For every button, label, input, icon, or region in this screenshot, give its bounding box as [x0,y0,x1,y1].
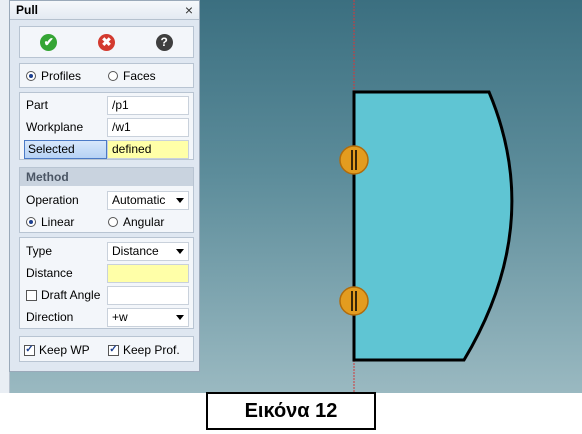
keep-wp-checkbox[interactable]: ✓ Keep WP [24,340,90,360]
draft-angle-field[interactable] [107,285,189,305]
checkbox-checked-icon: ✓ [108,344,119,356]
linear-radio[interactable]: Linear [26,212,74,232]
workplane-label: Workplane [26,120,84,134]
help-button[interactable]: ? [155,33,173,51]
figure-caption: Εικόνα 12 [206,392,376,430]
type-dropdown[interactable]: Distance [107,241,189,261]
type-label: Type [26,244,53,258]
pull-panel: Pull × ✔ ✖ ? Profiles Faces Part /p1 Wor… [9,0,200,372]
faces-radio[interactable]: Faces [108,66,156,86]
part-field[interactable]: /p1 [107,95,189,115]
linear-label: Linear [41,215,75,229]
panel-title: Pull [16,3,39,17]
operation-row: Operation Automatic [24,190,189,210]
keep-wp-label: Keep WP [39,343,90,357]
angular-label: Angular [123,215,165,229]
method-heading: Method [20,168,193,186]
draft-angle-label: Draft Angle [41,288,101,302]
selected-field[interactable]: defined [107,139,189,159]
distance-field[interactable] [107,263,189,283]
method-group: Method Operation Automatic Linear Angula… [19,167,194,233]
radio-selected-icon [26,217,36,227]
close-icon[interactable]: × [185,3,193,17]
workplane-field[interactable]: /w1 [107,117,189,137]
operation-label: Operation [26,193,79,207]
profiles-radio[interactable]: Profiles [26,66,81,86]
keep-prof-checkbox[interactable]: ✓ Keep Prof. [108,340,180,360]
marker-bottom[interactable] [339,286,369,316]
chevron-down-icon [176,314,184,320]
selected-row: Selected defined [24,139,189,159]
ok-button[interactable]: ✔ [40,33,58,51]
mode-group: Profiles Faces [19,63,194,88]
distance-label: Distance [26,266,73,280]
chevron-down-icon [176,248,184,254]
cancel-button[interactable]: ✖ [97,33,115,51]
angular-radio[interactable]: Angular [108,212,164,232]
selected-button[interactable]: Selected [24,139,107,159]
profiles-label: Profiles [41,69,82,83]
check-icon: ✔ [43,34,54,49]
parameters-group: Type Distance Distance Draft Angle Direc… [19,237,194,329]
x-icon: ✖ [101,34,112,49]
type-row: Type Distance [24,241,189,261]
part-label: Part [26,98,49,112]
question-icon: ? [160,34,168,49]
type-value: Distance [112,244,159,258]
draft-angle-checkbox[interactable]: Draft Angle [26,288,100,302]
radio-empty-icon [108,71,118,81]
panel-title-bar: Pull × [10,1,199,20]
draft-angle-row: Draft Angle [24,285,189,305]
distance-row: Distance [24,263,189,283]
marker-top[interactable] [339,145,369,175]
profile-shape[interactable] [352,90,514,362]
direction-row: Direction +w [24,307,189,327]
action-buttons: ✔ ✖ ? [19,26,194,58]
direction-label: Direction [26,310,74,324]
radio-empty-icon [108,217,118,227]
operation-dropdown[interactable]: Automatic [107,190,189,210]
workplane-row: Workplane /w1 [24,117,189,137]
part-row: Part /p1 [24,95,189,115]
keep-prof-label: Keep Prof. [123,343,180,357]
faces-label: Faces [123,69,156,83]
direction-value: +w [112,310,128,324]
checkbox-empty-icon [26,289,37,301]
selection-group: Part /p1 Workplane /w1 Selected defined [19,92,194,160]
operation-value: Automatic [112,193,166,207]
checkbox-checked-icon: ✓ [24,344,35,356]
chevron-down-icon [176,197,184,203]
radio-selected-icon [26,71,36,81]
direction-dropdown[interactable]: +w [107,307,189,327]
options-group: ✓ Keep WP ✓ Keep Prof. [19,336,194,362]
